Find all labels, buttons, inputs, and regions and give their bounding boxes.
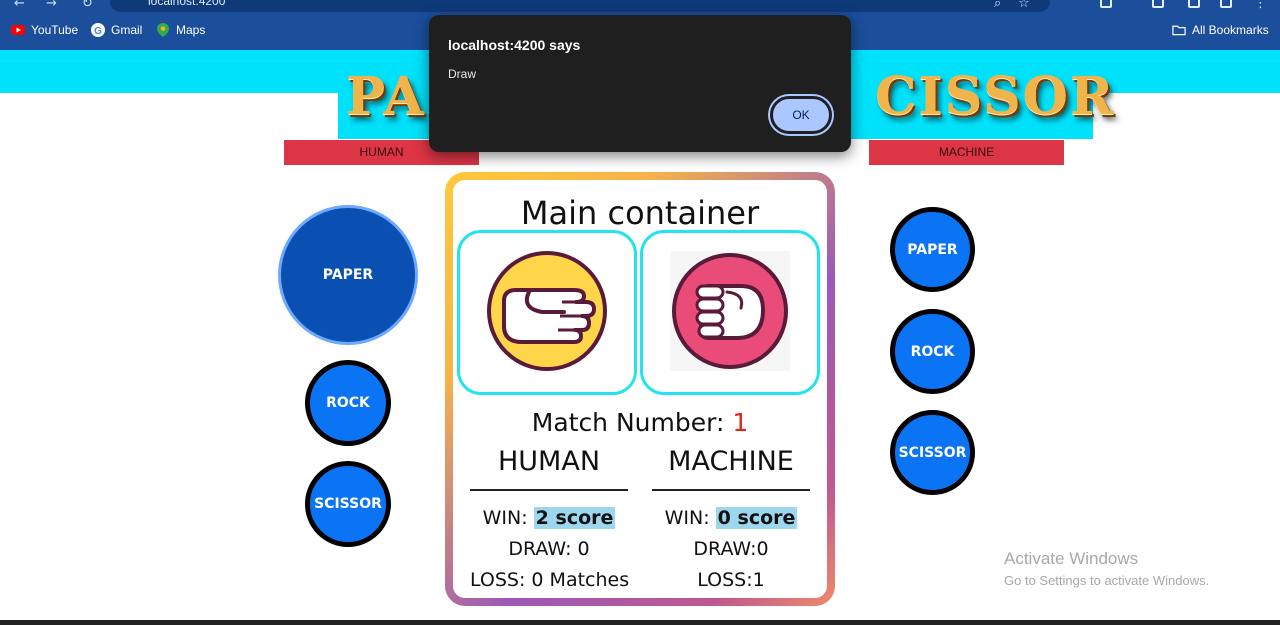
main-container-inner: Main container Match Number: 1 HUMAN WIN… <box>453 180 827 598</box>
win-label: WIN: <box>482 507 528 529</box>
machine-loss: LOSS:1 <box>697 569 765 591</box>
human-paper-button[interactable]: PAPER <box>278 205 418 345</box>
machine-scissor-button[interactable]: SCISSOR <box>890 410 975 495</box>
watermark-line1: Activate Windows <box>1004 549 1139 568</box>
main-title: Main container <box>520 194 760 232</box>
machine-draw: DRAW:0 <box>693 538 769 560</box>
match-number-line: Match Number: 1 <box>453 408 827 437</box>
human-hand-box <box>457 230 637 395</box>
dialog-message: Draw <box>448 67 477 81</box>
human-win: WIN: 2 score <box>470 503 628 534</box>
title-right: CISSOR <box>875 66 1116 127</box>
taskbar-edge <box>0 620 1280 625</box>
main-container: Main container Match Number: 1 HUMAN WIN… <box>445 172 835 606</box>
title-left: PA <box>346 66 426 127</box>
address-text[interactable]: localhost:4200 <box>148 0 225 8</box>
ok-button[interactable]: OK <box>770 96 832 134</box>
machine-hand-box <box>640 230 820 395</box>
youtube-icon <box>11 23 25 37</box>
win-label: WIN: <box>664 507 710 529</box>
menu-icon[interactable]: ⋮ <box>1254 0 1267 11</box>
downloads-icon[interactable] <box>1152 0 1164 8</box>
browser-toolbar: ← → ↻ localhost:4200 ⌕ ☆ ⋮ <box>0 0 1280 14</box>
google-icon: G <box>91 23 105 37</box>
human-stats: HUMAN WIN: 2 score DRAW: 0 LOSS: 0 Match… <box>470 446 630 596</box>
human-loss: LOSS: 0 Matches <box>470 569 630 591</box>
human-draw: DRAW: 0 <box>508 538 590 560</box>
match-number: 1 <box>732 408 749 437</box>
machine-rock-button[interactable]: ROCK <box>890 309 975 394</box>
svg-text:G: G <box>94 26 102 37</box>
machine-win: WIN: 0 score <box>652 503 810 534</box>
reload-icon[interactable]: ↻ <box>82 0 93 11</box>
extensions-icon[interactable] <box>1100 0 1112 8</box>
forward-icon[interactable]: → <box>46 0 57 11</box>
all-bookmarks-label: All Bookmarks <box>1192 23 1269 37</box>
maps-icon <box>156 23 170 37</box>
paper-hand-icon <box>482 246 612 380</box>
address-bar[interactable] <box>110 0 1050 12</box>
dialog-title: localhost:4200 says <box>448 37 581 53</box>
machine-win-value: 0 score <box>715 507 798 529</box>
human-scissor-button[interactable]: SCISSOR <box>305 461 391 547</box>
window-icon[interactable] <box>1220 0 1232 8</box>
machine-stats: MACHINE WIN: 0 score DRAW:0 LOSS:1 <box>652 446 810 596</box>
all-bookmarks[interactable]: All Bookmarks <box>1172 23 1269 37</box>
star-icon[interactable]: ☆ <box>1018 0 1030 11</box>
alert-dialog: localhost:4200 says Draw OK <box>429 15 851 152</box>
bookmark-label: Maps <box>176 23 206 37</box>
bookmark-label: YouTube <box>31 23 79 37</box>
bookmark-gmail[interactable]: G Gmail <box>91 23 142 37</box>
folder-icon <box>1172 23 1186 37</box>
human-rock-button[interactable]: ROCK <box>305 360 391 446</box>
human-win-value: 2 score <box>533 507 616 529</box>
watermark-line2: Go to Settings to activate Windows. <box>1004 573 1210 588</box>
activate-windows-watermark: Activate Windows Go to Settings to activ… <box>1004 549 1209 588</box>
bookmark-youtube[interactable]: YouTube <box>11 23 78 37</box>
rock-fist-icon <box>665 246 795 380</box>
back-icon[interactable]: ← <box>14 0 25 11</box>
machine-paper-button[interactable]: PAPER <box>890 207 975 292</box>
human-stats-heading: HUMAN <box>470 446 628 491</box>
profile-icon[interactable] <box>1188 0 1200 8</box>
machine-label: MACHINE <box>869 140 1064 165</box>
machine-stats-heading: MACHINE <box>652 446 810 491</box>
zoom-icon[interactable]: ⌕ <box>994 0 1001 11</box>
bookmark-label: Gmail <box>111 23 143 37</box>
bookmark-maps[interactable]: Maps <box>156 23 205 37</box>
match-label: Match Number: <box>531 408 725 437</box>
